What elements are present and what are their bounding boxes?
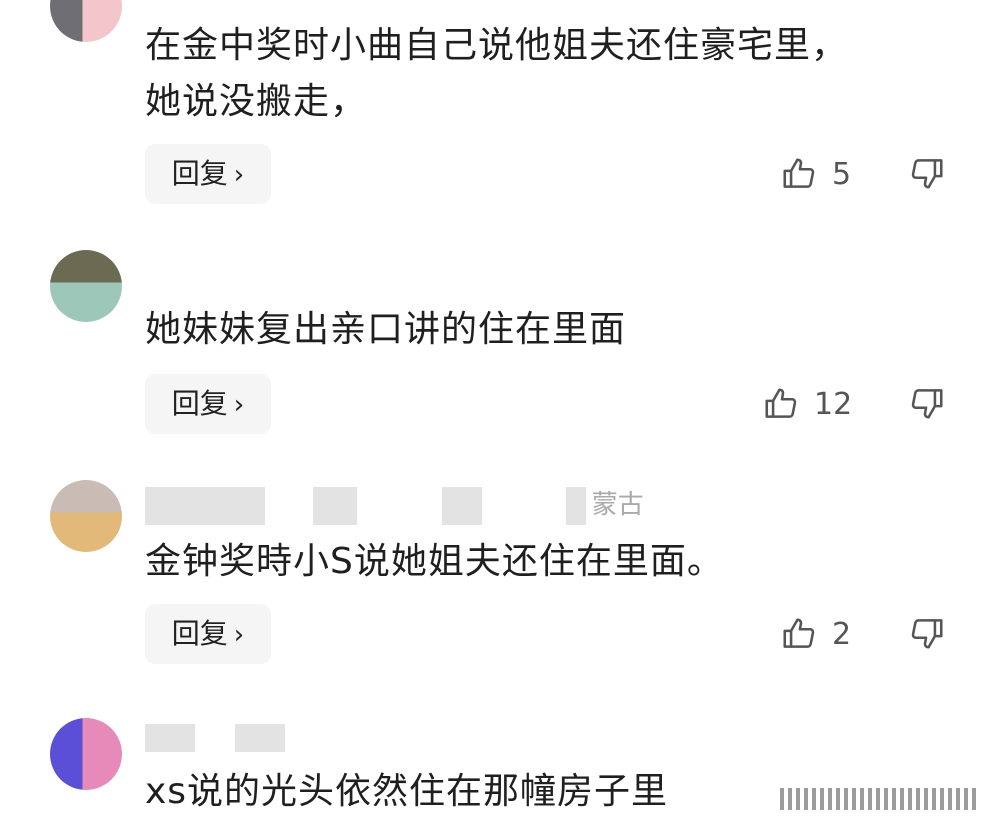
comment-text: 在金中奖时小曲自己说他姐夫还住豪宅里， 她说没搬走， — [145, 25, 849, 122]
reply-label: 回复 — [171, 387, 228, 420]
comment-meta: 蒙古 — [145, 484, 644, 525]
comment-item: 她妹妹复出亲口讲的住在里面 回复 › 12 — [0, 230, 1004, 450]
watermark — [780, 788, 980, 810]
blurred-date — [441, 486, 482, 525]
avatar[interactable] — [50, 0, 122, 42]
thumbs-down-icon — [908, 154, 948, 192]
chevron-right-icon: › — [233, 390, 245, 420]
like-count: 2 — [832, 616, 852, 652]
dislike-button[interactable] — [908, 614, 948, 654]
thumbs-down-icon — [908, 384, 948, 422]
comment-text: xs说的光头依然住在那幢房子里 — [145, 771, 669, 812]
avatar[interactable] — [50, 480, 122, 552]
comment-item: xs说的光头依然住在那幢房子里 — [0, 712, 1004, 832]
blurred-date — [313, 486, 358, 525]
avatar[interactable] — [50, 250, 122, 322]
meta-text: 蒙古 — [591, 490, 644, 520]
blurred-location — [565, 486, 586, 525]
thumbs-down-icon — [908, 614, 948, 652]
like-button[interactable]: 2 — [780, 604, 851, 664]
like-button[interactable]: 12 — [762, 374, 852, 434]
comment-item: 蒙古 金钟奖時小S说她姐夫还住在里面。 回复 › 2 — [0, 470, 1004, 690]
comment-item: 在金中奖时小曲自己说他姐夫还住豪宅里， 她说没搬走， 回复 › 5 — [0, 0, 1004, 220]
dislike-button[interactable] — [908, 384, 948, 424]
chevron-right-icon: › — [233, 160, 245, 190]
reply-label: 回复 — [171, 617, 228, 650]
comment-text: 她妹妹复出亲口讲的住在里面 — [145, 309, 627, 350]
blurred-username — [145, 486, 265, 525]
reply-button[interactable]: 回复 › — [145, 144, 271, 204]
like-count: 12 — [814, 386, 853, 422]
blurred-username — [145, 723, 195, 752]
thumbs-up-icon — [780, 615, 818, 653]
dislike-button[interactable] — [908, 154, 948, 194]
chevron-right-icon: › — [233, 620, 245, 650]
avatar[interactable] — [50, 718, 122, 790]
blurred-username — [235, 723, 286, 752]
reply-button[interactable]: 回复 › — [145, 604, 271, 664]
reply-label: 回复 — [171, 157, 228, 190]
reply-button[interactable]: 回复 › — [145, 374, 271, 434]
comment-text: 金钟奖時小S说她姐夫还住在里面。 — [145, 541, 724, 582]
like-count: 5 — [832, 156, 852, 192]
comment-meta — [145, 722, 291, 752]
like-button[interactable]: 5 — [780, 144, 851, 204]
thumbs-up-icon — [762, 385, 800, 423]
thumbs-up-icon — [780, 155, 818, 193]
